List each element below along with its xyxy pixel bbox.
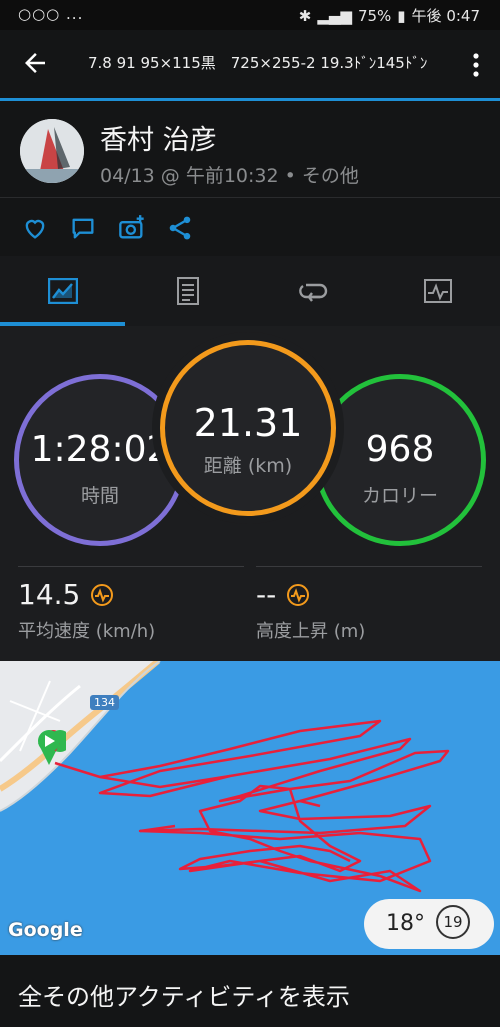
road-label: 134 bbox=[90, 695, 119, 710]
action-bar bbox=[0, 198, 500, 256]
route-map[interactable]: 134 Google 18° 19 bbox=[0, 661, 500, 955]
status-bar: ○○○ ... ✱ ▂▄▆ 75% ▮ 午後 0:47 bbox=[0, 0, 500, 30]
divider bbox=[256, 566, 482, 567]
avg-speed-metric: 14.5 平均速度 (km/h) bbox=[18, 578, 155, 643]
wind-speed: 19 bbox=[443, 913, 463, 931]
calories-value: 968 bbox=[365, 429, 435, 470]
distance-value: 21.31 bbox=[193, 401, 303, 445]
tab-laps[interactable] bbox=[250, 256, 375, 326]
elevation-gain-value: -- bbox=[256, 578, 277, 611]
battery-icon: ▮ bbox=[397, 6, 406, 25]
avg-speed-label: 平均速度 (km/h) bbox=[18, 621, 156, 642]
profile-header: 香村 治彦 04/13 @ 午前10:32 • その他 bbox=[0, 101, 500, 197]
comment-icon[interactable] bbox=[69, 214, 97, 242]
time-ring: 1:28:02 時間 bbox=[14, 374, 186, 546]
elevation-gain-metric: -- 高度上昇 (m) bbox=[256, 578, 365, 643]
activity-title: 7.8 91 95×115黒 725×255-2 19.3ﾄﾞﾝ145ﾄﾞﾝ bbox=[88, 54, 428, 72]
start-marker-icon bbox=[38, 730, 66, 765]
avg-speed-value: 14.5 bbox=[18, 578, 81, 611]
more-menu-icon[interactable] bbox=[472, 50, 480, 80]
overview-chart-icon bbox=[47, 278, 78, 304]
wind-badge: 19 bbox=[436, 905, 470, 939]
battery-percent: 75% bbox=[357, 6, 392, 25]
route-path bbox=[54, 719, 450, 893]
status-icons: ✱ ▂▄▆ 75% ▮ 午後 0:47 bbox=[299, 5, 480, 26]
calories-ring: 968 カロリー bbox=[314, 374, 486, 546]
pulse-info-icon[interactable] bbox=[286, 583, 310, 607]
bluetooth-icon: ✱ bbox=[298, 6, 312, 25]
elevation-gain-label: 高度上昇 (m) bbox=[256, 621, 366, 642]
notification-icons: ○○○ ... bbox=[18, 5, 84, 23]
add-photo-icon[interactable] bbox=[118, 214, 146, 242]
activity-meta: 04/13 @ 午前10:32 • その他 bbox=[100, 165, 359, 187]
distance-ring: 21.31 距離 (km) bbox=[160, 340, 336, 516]
google-logo: Google bbox=[8, 919, 83, 941]
signal-icon: ▂▄▆ bbox=[317, 6, 352, 25]
app-bar: 7.8 91 95×115黒 725×255-2 19.3ﾄﾞﾝ145ﾄﾞﾝ bbox=[0, 30, 500, 101]
tab-details[interactable] bbox=[125, 256, 250, 326]
distance-label: 距離 (km) bbox=[203, 455, 293, 477]
tab-bar bbox=[0, 256, 500, 326]
document-icon bbox=[176, 277, 199, 305]
share-icon[interactable] bbox=[166, 214, 194, 242]
time-value: 1:28:02 bbox=[30, 429, 170, 470]
avatar[interactable] bbox=[20, 119, 84, 183]
weather-badge[interactable]: 18° 19 bbox=[364, 899, 494, 949]
view-all-label: 全その他アクティビティを表示 bbox=[18, 983, 350, 1011]
tab-overview[interactable] bbox=[0, 256, 125, 326]
temperature: 18° bbox=[386, 911, 425, 936]
pulse-info-icon[interactable] bbox=[90, 583, 114, 607]
view-all-activities[interactable]: 全その他アクティビティを表示 bbox=[0, 955, 500, 1027]
tab-charts[interactable] bbox=[375, 256, 500, 326]
calories-label: カロリー bbox=[361, 485, 438, 507]
activity-graph-icon bbox=[423, 279, 452, 303]
clock: 午後 0:47 bbox=[411, 7, 480, 25]
time-label: 時間 bbox=[80, 485, 119, 507]
back-arrow-icon[interactable] bbox=[20, 48, 50, 78]
user-name: 香村 治彦 bbox=[100, 125, 217, 156]
stats-panel: 1:28:02 時間 968 カロリー 21.31 距離 (km) 14.5 平… bbox=[0, 326, 500, 661]
divider bbox=[18, 566, 244, 567]
heart-icon[interactable] bbox=[21, 214, 49, 242]
laps-loop-icon bbox=[298, 283, 327, 302]
